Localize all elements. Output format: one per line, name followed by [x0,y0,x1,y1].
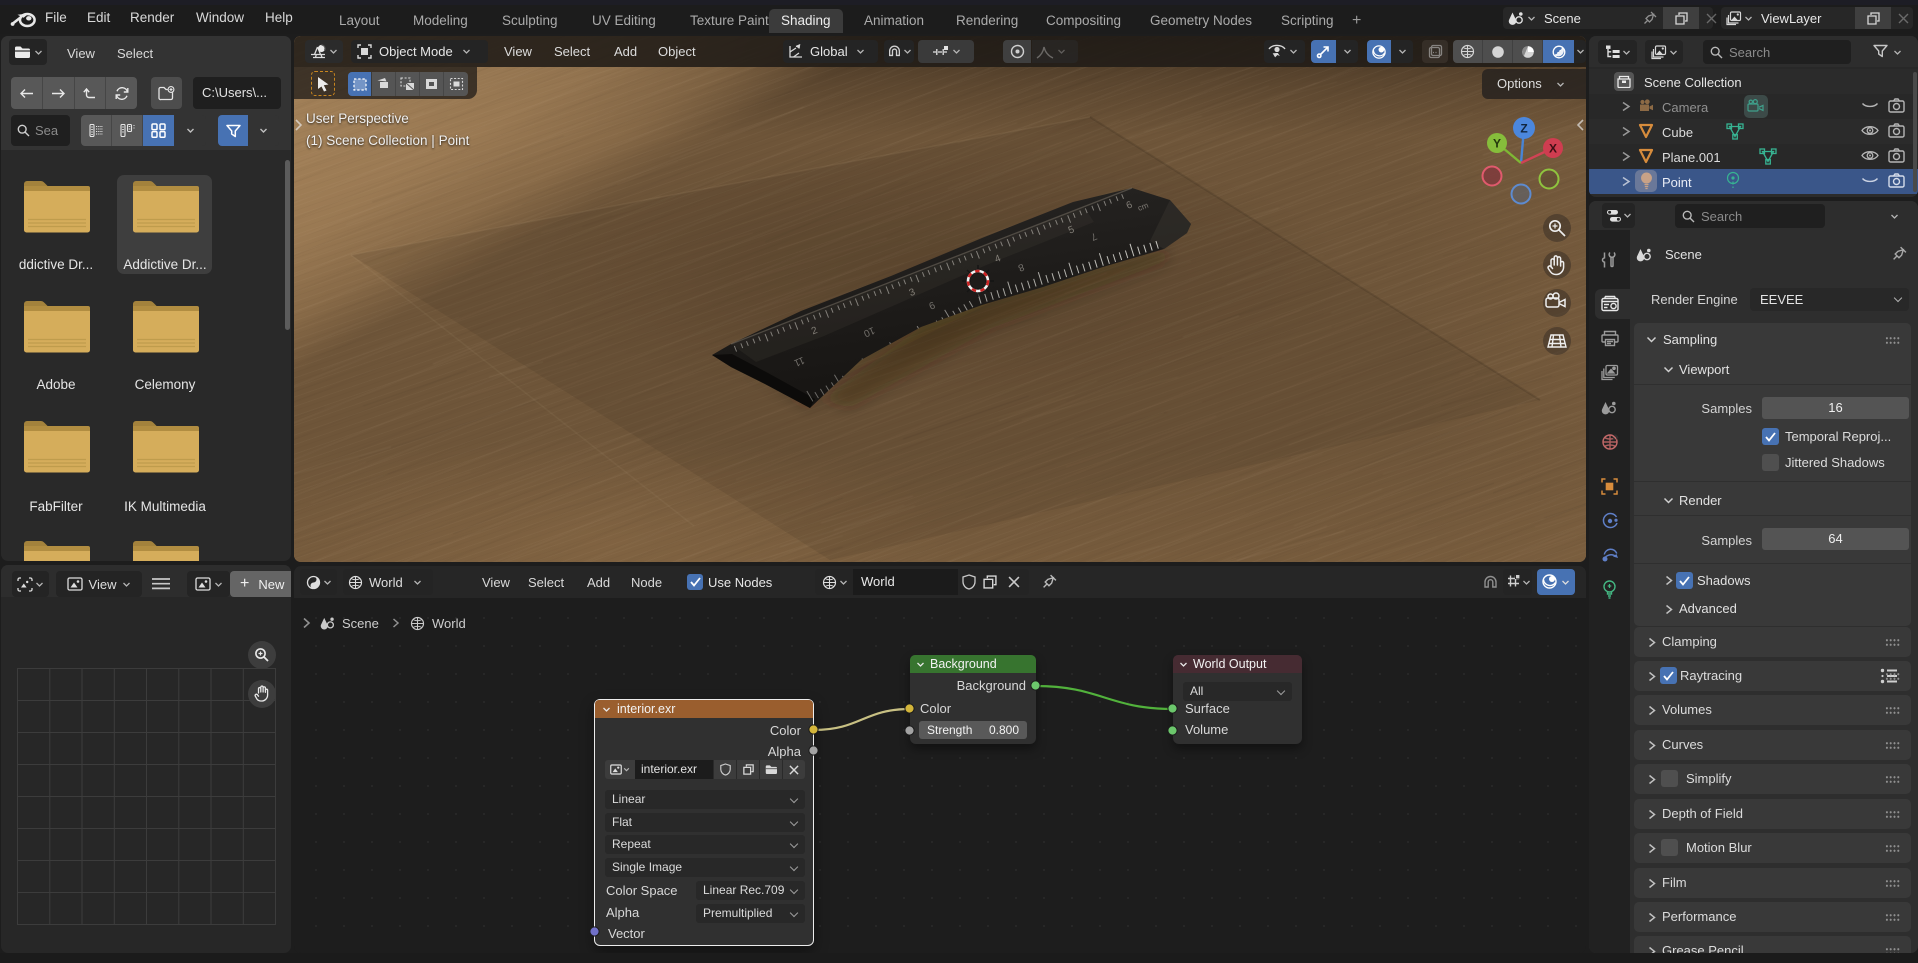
svg-text:X: X [1549,142,1557,156]
svg-text:Y: Y [1493,137,1501,151]
svg-text:Z: Z [1520,122,1527,136]
